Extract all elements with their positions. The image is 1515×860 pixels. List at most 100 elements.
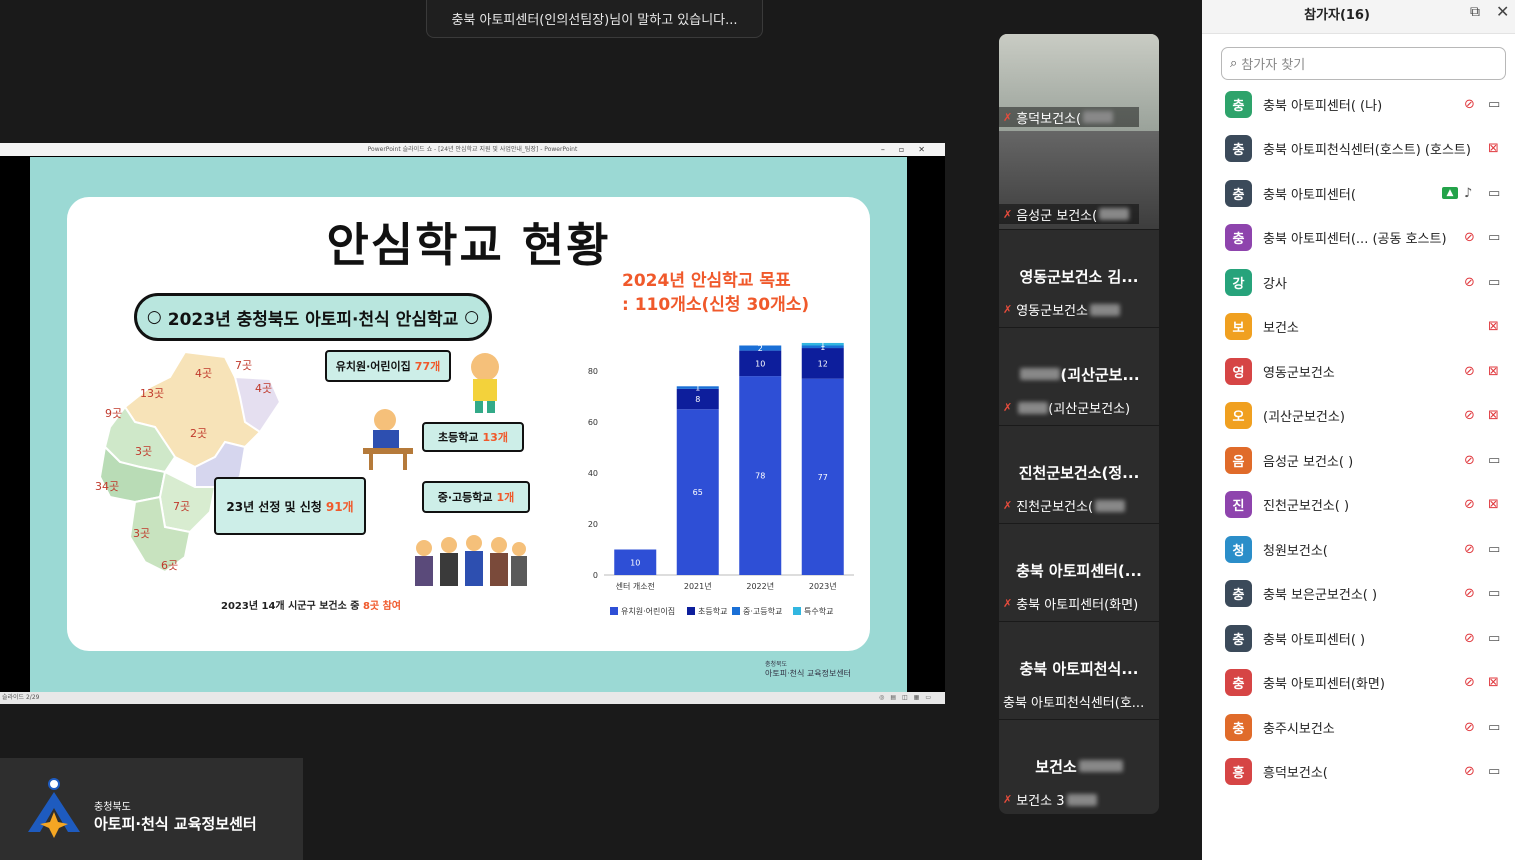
participant-search-input[interactable]: ⌕ 참가자 찾기 — [1221, 47, 1506, 80]
avatar: 충 — [1225, 90, 1252, 118]
shared-screen[interactable]: PowerPoint 슬라이드 쇼 - [24년 안심학교 지원 및 사업안내_… — [0, 143, 945, 704]
participant-tile[interactable]: 충북 아토피천식... 충북 아토피천식센터(호... — [999, 622, 1159, 719]
participant-row[interactable]: 충 충주시보건소 ⊘ ▭ — [1202, 705, 1515, 749]
mic-muted-icon[interactable]: ⊘ — [1464, 453, 1475, 468]
tile-subname: 보건소 3 — [1016, 794, 1065, 809]
legend-swatch — [687, 607, 695, 615]
mic-muted-icon[interactable]: ⊘ — [1464, 675, 1475, 690]
participant-row[interactable]: 충 충북 아토피센터(화면) ⊘ ⊠ — [1202, 661, 1515, 705]
mic-muted-icon[interactable]: ⊘ — [1464, 542, 1475, 557]
participant-tile[interactable]: 충북 아토피센터(... ✗ 충북 아토피센터(화면) — [999, 524, 1159, 621]
camera-off-icon[interactable]: ⊠ — [1488, 364, 1499, 379]
tile-caption-text: 흥덕보건소( — [1016, 111, 1082, 127]
participant-row[interactable]: 영 영동군보건소 ⊘ ⊠ — [1202, 349, 1515, 393]
tile-caption: ✗ 흥덕보건소( — [999, 107, 1139, 127]
participant-name: 흥덕보건소( — [1263, 766, 1328, 781]
popout-icon[interactable]: ⧉ — [1470, 4, 1480, 20]
child-illustration — [471, 353, 499, 413]
camera-icon[interactable]: ▭ — [1488, 631, 1500, 646]
mic-muted-icon: ✗ — [1003, 110, 1013, 124]
camera-icon[interactable]: ▭ — [1488, 586, 1500, 601]
camera-icon[interactable]: ▭ — [1488, 97, 1500, 112]
participant-name: 충북 아토피센터(화면) — [1263, 677, 1385, 692]
pill-dot-right: ○ — [464, 307, 480, 327]
participant-row[interactable]: 음 음성군 보건소( ) ⊘ ▭ — [1202, 438, 1515, 482]
y-tick-label: 0 — [593, 571, 598, 580]
mic-muted-icon[interactable]: ⊘ — [1464, 720, 1475, 735]
participant-row[interactable]: 오 (괴산군보건소) ⊘ ⊠ — [1202, 394, 1515, 438]
map-label: 6곳 — [161, 559, 178, 572]
avatar: 충 — [1225, 669, 1252, 696]
bubble-total-count: 91개 — [325, 499, 354, 514]
participant-name: 강사 — [1263, 276, 1287, 292]
participant-row[interactable]: 진 진천군보건소( ) ⊘ ⊠ — [1202, 483, 1515, 527]
school-pill: ○ 2023년 충청북도 아토피·천식 안심학교 ○ — [134, 293, 492, 341]
participant-tile[interactable]: 진천군보건소(정... ✗ 진천군보건소( — [999, 426, 1159, 523]
group-illustration — [415, 535, 527, 586]
mic-muted-icon[interactable]: ⊘ — [1464, 586, 1475, 601]
mic-muted-icon: ✗ — [1003, 597, 1013, 610]
mic-muted-icon[interactable]: ⊘ — [1464, 364, 1475, 379]
mic-muted-icon[interactable]: ⊘ — [1464, 497, 1475, 512]
avatar: 충 — [1225, 135, 1252, 162]
participant-row[interactable]: 보 보건소 ⊠ — [1202, 305, 1515, 349]
camera-icon[interactable]: ▭ — [1488, 764, 1500, 779]
mic-muted-icon[interactable]: ⊘ — [1464, 631, 1475, 646]
mic-muted-icon[interactable]: ⊘ — [1464, 275, 1475, 290]
participant-row[interactable]: 청 청원보건소(⊘ ▭ — [1202, 527, 1515, 571]
participant-row[interactable]: 충 충북 아토피센터(... (공동 호스트) ⊘ ▭ — [1202, 216, 1515, 260]
tile-caption: ✗ 음성군 보건소( — [999, 204, 1139, 224]
mic-muted-icon[interactable]: ⊘ — [1464, 764, 1475, 779]
video-tile-pair[interactable]: ✗ 흥덕보건소( ✗ 음성군 보건소( — [999, 34, 1159, 229]
mic-muted-icon[interactable]: ⊘ — [1464, 97, 1475, 112]
avatar: 보 — [1225, 313, 1252, 340]
camera-off-icon[interactable]: ⊠ — [1488, 675, 1499, 690]
participant-name: 보건소 — [1263, 321, 1299, 336]
bubble-total-label: 23년 선정 및 신청 — [226, 499, 322, 514]
camera-off-icon[interactable]: ⊠ — [1488, 319, 1499, 334]
participant-row[interactable]: 충 충북 아토피센터( ) ⊘ ▭ — [1202, 616, 1515, 660]
participants-panel: 참가자(16) ⧉ ✕ ⌕ 참가자 찾기 충 충북 아토피센터( (나) ⊘ ▭ 충 충북… — [1202, 0, 1515, 860]
mic-muted-icon[interactable]: ⊘ — [1464, 230, 1475, 245]
blurred-name — [1083, 111, 1114, 123]
participant-name: 진천군보건소( ) — [1263, 499, 1350, 514]
camera-icon[interactable]: ▭ — [1488, 453, 1500, 468]
participant-row[interactable]: 흥 흥덕보건소(⊘ ▭ — [1202, 750, 1515, 794]
participant-name: (괴산군보건소) — [1263, 410, 1345, 425]
participant-name: 충북 아토피천식센터(호스트) (호스트) — [1263, 143, 1471, 158]
close-icon[interactable]: ✕ — [1496, 2, 1509, 21]
camera-off-icon[interactable]: ⊠ — [1488, 497, 1499, 512]
tile-name-text: 보건소 — [1035, 758, 1077, 776]
slide-logo-small: 충청북도 — [765, 661, 788, 668]
screen-share-icon: ▲ — [1442, 187, 1458, 199]
camera-off-icon[interactable]: ⊠ — [1488, 141, 1499, 156]
camera-icon[interactable]: ▭ — [1488, 542, 1500, 557]
participant-tile[interactable]: 영동군보건소 김... ✗ 영동군보건소 — [999, 230, 1159, 327]
participant-name: 청원보건소( — [1263, 543, 1328, 559]
mic-muted-icon[interactable]: ⊘ — [1464, 408, 1475, 423]
tile-name-text: (괴산군보... — [1060, 366, 1140, 384]
mic-icon[interactable]: ♪ — [1464, 186, 1472, 201]
video-tiles: ✗ 흥덕보건소( ✗ 음성군 보건소( 영동군보건소 김... ✗ 영동군보건소 … — [999, 34, 1159, 814]
participant-row[interactable]: 충 충북 아토피천식센터(호스트) (호스트) ⊠ — [1202, 127, 1515, 171]
bar-value-label: 78 — [755, 472, 765, 481]
participant-row[interactable]: 충 충북 보은군보건소( ) ⊘ ▭ — [1202, 572, 1515, 616]
camera-icon[interactable]: ▭ — [1488, 230, 1500, 245]
tile-name: (괴산군보... — [999, 364, 1159, 385]
map-label: 2곳 — [190, 427, 207, 440]
panel-header: 참가자(16) ⧉ ✕ — [1202, 0, 1515, 34]
ppt-window-title: PowerPoint 슬라이드 쇼 - [24년 안심학교 지원 및 사업안내_… — [367, 146, 578, 153]
corner-logo-small: 충청북도 — [94, 802, 131, 813]
camera-icon[interactable]: ▭ — [1488, 720, 1500, 735]
camera-off-icon[interactable]: ⊠ — [1488, 408, 1499, 423]
participant-tile[interactable]: 보건소 ✗ 보건소 3 — [999, 720, 1159, 814]
camera-icon[interactable]: ▭ — [1488, 275, 1500, 290]
bubble-kindergarten: 유치원·어린이집 77개 — [325, 350, 451, 382]
camera-icon[interactable]: ▭ — [1488, 186, 1500, 201]
participant-row[interactable]: 강 강사 ⊘ ▭ — [1202, 260, 1515, 304]
pill-label: 2023년 충청북도 아토피·천식 안심학교 — [167, 309, 459, 330]
ppt-view-icons[interactable]: ◎▤◫▦▭ — [879, 692, 937, 704]
participant-tile[interactable]: (괴산군보... ✗ (괴산군보건소) — [999, 328, 1159, 425]
participant-row[interactable]: 충 충북 아토피센터( (나) ⊘ ▭ — [1202, 82, 1515, 126]
participant-row[interactable]: 충 충북 아토피센터(▲ ♪ ▭ — [1202, 171, 1515, 215]
